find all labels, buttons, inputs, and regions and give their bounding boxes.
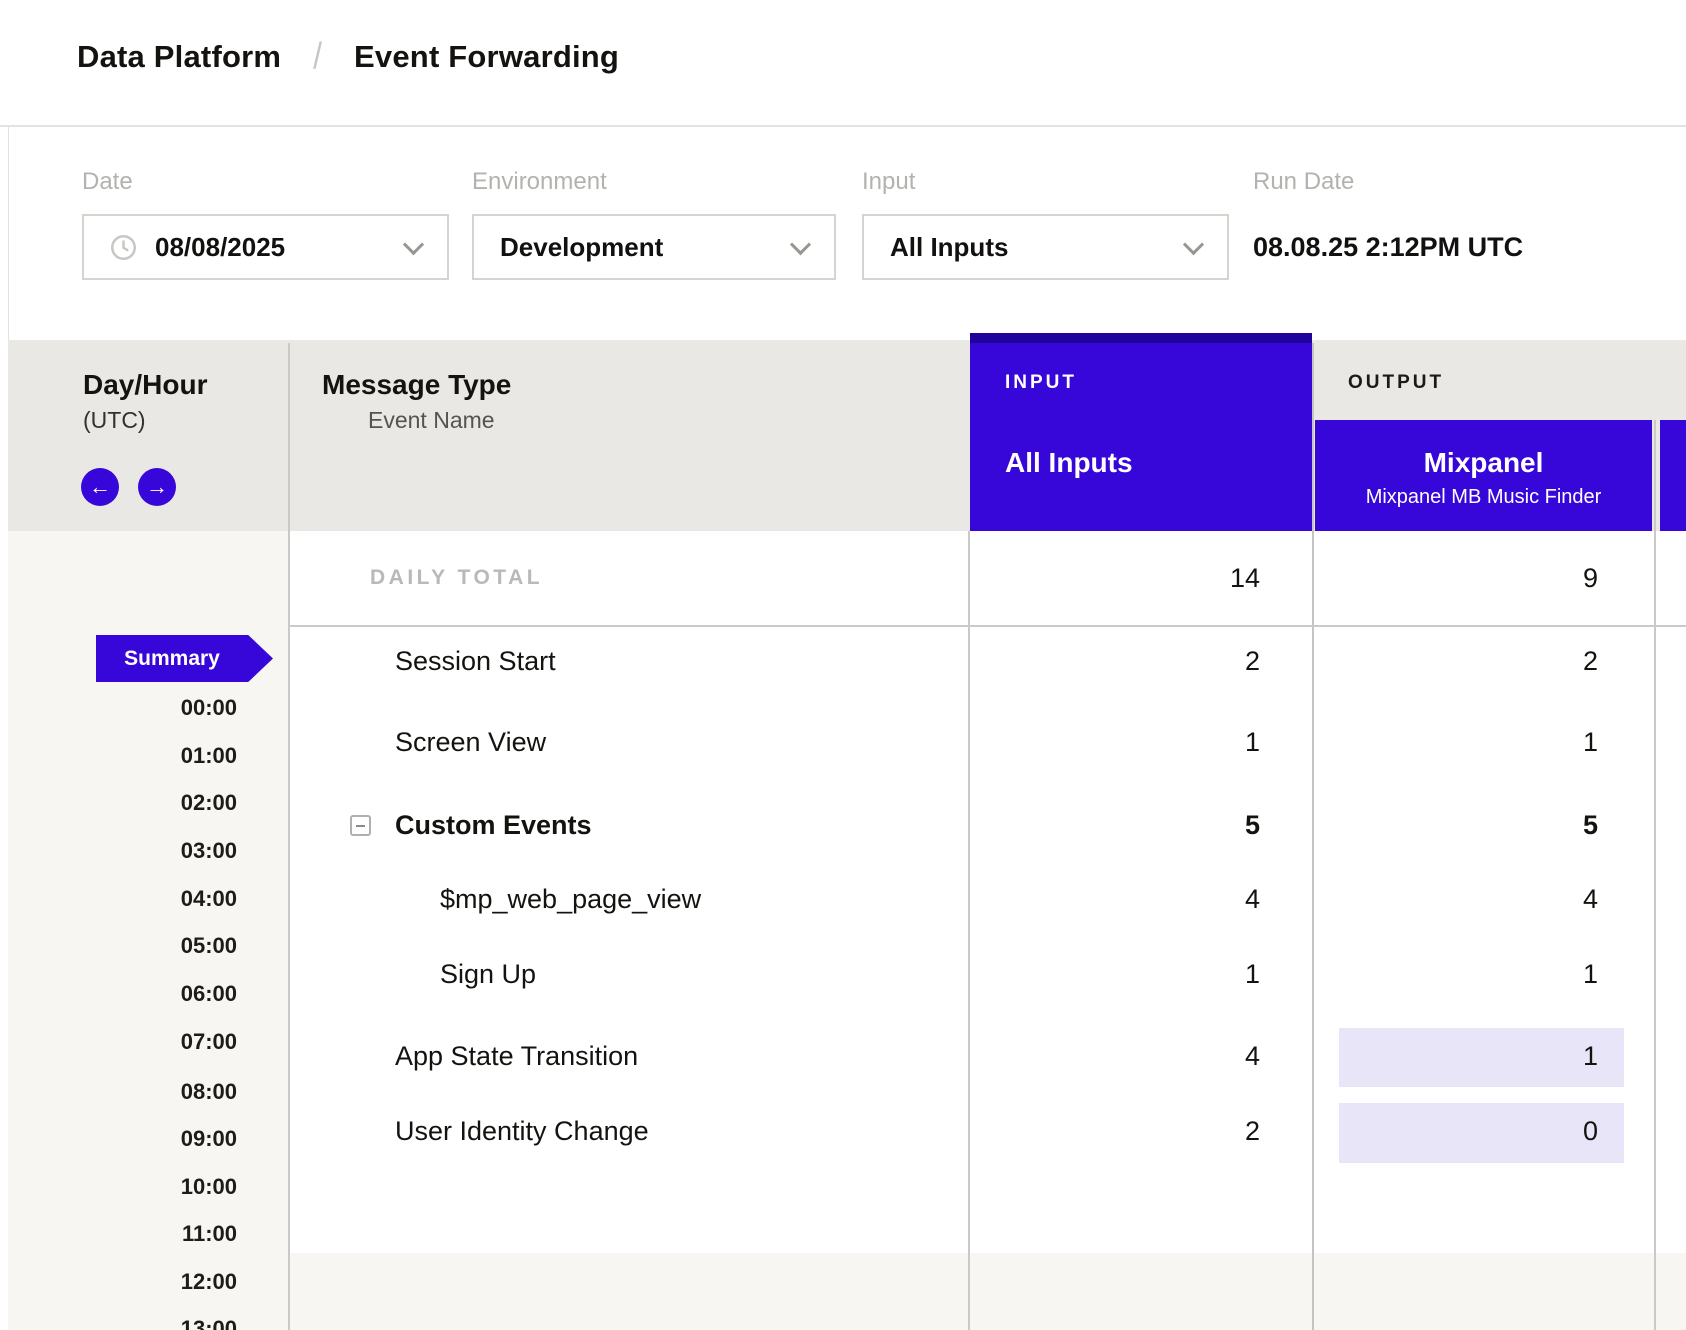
table-row: Custom Events 5 5: [0, 801, 1686, 849]
message-type-header: Message Type: [322, 369, 511, 401]
run-date-value: 08.08.25 2:12PM UTC: [1253, 232, 1523, 263]
breadcrumb-section[interactable]: Data Platform: [77, 39, 281, 75]
event-label: Custom Events: [395, 801, 592, 849]
input-count: 1: [970, 718, 1260, 766]
hour-slot[interactable]: 10:00: [8, 1163, 237, 1211]
event-label: $mp_web_page_view: [440, 875, 701, 923]
table-footer-area: [289, 1253, 1686, 1330]
daily-total-input-count: 14: [970, 554, 1260, 602]
breadcrumb-page: Event Forwarding: [354, 39, 619, 75]
output-count: 1: [1315, 718, 1598, 766]
hour-slot[interactable]: 06:00: [8, 970, 237, 1018]
run-date-label: Run Date: [1253, 168, 1354, 196]
hour-slot[interactable]: 03:00: [8, 827, 237, 875]
hour-slot[interactable]: 09:00: [8, 1115, 237, 1163]
hour-slot[interactable]: 13:00: [8, 1305, 237, 1330]
event-label: User Identity Change: [395, 1107, 649, 1155]
table-row: App State Transition 4 1: [0, 1032, 1686, 1080]
hour-slot[interactable]: 05:00: [8, 922, 237, 970]
output-count: 1: [1315, 950, 1598, 998]
input-column-name: All Inputs: [1005, 447, 1133, 479]
output-count: 0: [1315, 1107, 1598, 1155]
environment-select[interactable]: Development: [472, 214, 836, 280]
hour-slot[interactable]: 00:00: [8, 684, 237, 732]
chevron-down-icon: [790, 234, 811, 255]
input-count: 2: [970, 1107, 1260, 1155]
output-count: 5: [1315, 801, 1598, 849]
date-filter-label: Date: [82, 168, 133, 196]
chevron-down-icon: [403, 234, 424, 255]
event-name-subheader: Event Name: [368, 407, 495, 434]
day-hour-timezone: (UTC): [83, 407, 146, 434]
breadcrumb-separator-icon: /: [313, 35, 322, 78]
daily-total-label: DAILY TOTAL: [370, 554, 543, 602]
output-column-header-mixpanel[interactable]: Mixpanel Mixpanel MB Music Finder: [1315, 420, 1652, 531]
event-label: App State Transition: [395, 1032, 638, 1080]
event-label: Session Start: [395, 637, 556, 685]
output-subtitle: Mixpanel MB Music Finder: [1315, 485, 1652, 509]
input-count: 5: [970, 801, 1260, 849]
input-count: 4: [970, 1032, 1260, 1080]
hour-slot[interactable]: 07:00: [8, 1018, 237, 1066]
summary-label: Summary: [124, 647, 220, 671]
date-select[interactable]: 08/08/2025: [82, 214, 449, 280]
breadcrumb: Data Platform / Event Forwarding: [77, 38, 619, 75]
input-column-top-strip: [970, 333, 1312, 343]
event-label: Sign Up: [440, 950, 536, 998]
input-section-label: INPUT: [1005, 372, 1077, 394]
arrow-right-icon: →: [146, 476, 168, 498]
hour-slot[interactable]: 12:00: [8, 1258, 237, 1306]
input-select[interactable]: All Inputs: [862, 214, 1229, 280]
hour-slot[interactable]: 08:00: [8, 1068, 237, 1116]
input-value: All Inputs: [890, 232, 1008, 263]
event-label: Screen View: [395, 718, 546, 766]
day-hour-header: Day/Hour: [83, 369, 207, 401]
table-row: $mp_web_page_view 4 4: [0, 875, 1686, 923]
arrow-left-icon: ←: [89, 476, 111, 498]
next-day-button[interactable]: →: [138, 468, 176, 506]
input-count: 2: [970, 637, 1260, 685]
summary-row-badge[interactable]: Summary: [96, 635, 273, 682]
hour-slot[interactable]: 02:00: [8, 779, 237, 827]
daily-total-row: DAILY TOTAL 14 9: [0, 554, 1686, 602]
input-count: 1: [970, 950, 1260, 998]
table-row: Screen View 1 1: [0, 718, 1686, 766]
output-count: 1: [1315, 1032, 1598, 1080]
input-count: 4: [970, 875, 1260, 923]
hour-slot[interactable]: 01:00: [8, 732, 237, 780]
input-filter-label: Input: [862, 168, 915, 196]
input-column-header[interactable]: INPUT All Inputs: [970, 343, 1312, 531]
daily-total-divider: [289, 625, 1686, 627]
hour-slot[interactable]: 11:00: [8, 1210, 237, 1258]
daily-total-output-count: 9: [1315, 554, 1598, 602]
output-column-header-partial[interactable]: [1660, 420, 1686, 531]
environment-value: Development: [500, 232, 663, 263]
table-row: User Identity Change 2 0: [0, 1107, 1686, 1155]
table-row: Sign Up 1 1: [0, 950, 1686, 998]
event-forwarding-screen: Data Platform / Event Forwarding Date 08…: [0, 0, 1686, 1330]
date-value: 08/08/2025: [155, 232, 285, 263]
hour-slot[interactable]: 04:00: [8, 875, 237, 923]
previous-day-button[interactable]: ←: [81, 468, 119, 506]
output-name: Mixpanel: [1315, 448, 1652, 478]
collapse-icon[interactable]: [350, 815, 371, 836]
output-count: 4: [1315, 875, 1598, 923]
environment-filter-label: Environment: [472, 168, 607, 196]
topbar: Data Platform / Event Forwarding: [0, 0, 1686, 127]
output-section-label: OUTPUT: [1348, 372, 1444, 394]
chevron-down-icon: [1183, 234, 1204, 255]
output-count: 2: [1315, 637, 1598, 685]
clock-icon: [110, 234, 137, 261]
